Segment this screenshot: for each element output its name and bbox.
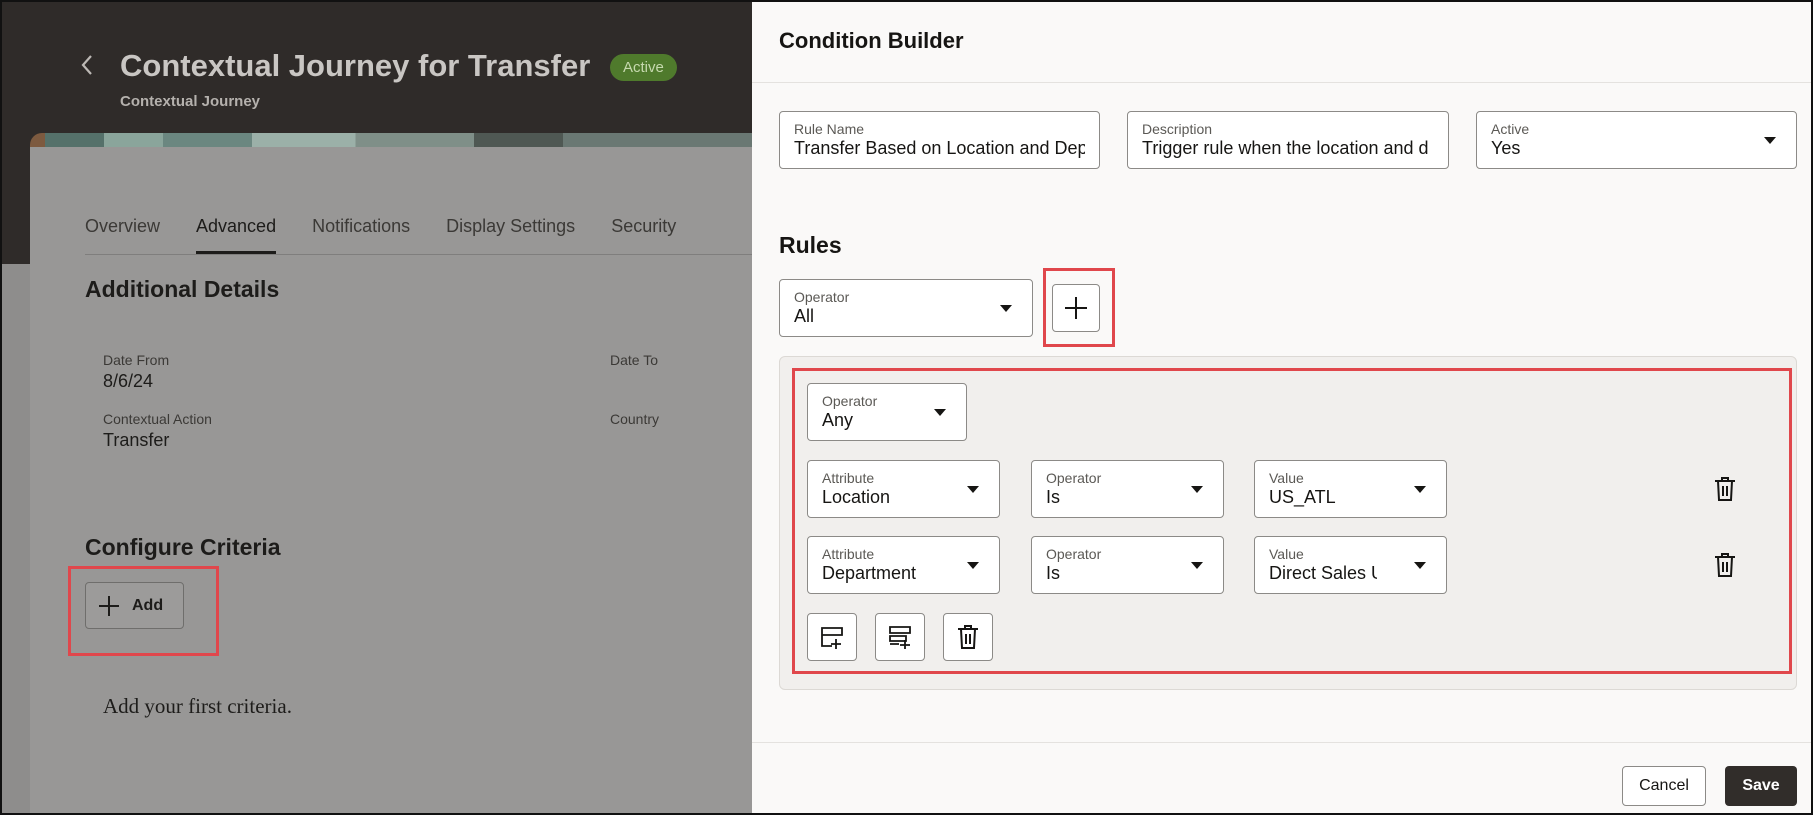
date-from-label: Date From	[103, 352, 170, 368]
tab-advanced[interactable]: Advanced	[196, 216, 277, 254]
highlight-rule-group	[792, 368, 1792, 674]
rules-operator-select[interactable]: Operator All	[779, 279, 1033, 337]
tabs-divider	[85, 254, 752, 255]
description-value: Trigger rule when the location and d	[1142, 138, 1429, 158]
rule-name-field[interactable]: Rule Name Transfer Based on Location and…	[779, 111, 1100, 169]
drawer-title: Condition Builder	[779, 28, 964, 53]
tab-display-settings[interactable]: Display Settings	[446, 216, 575, 254]
active-value: Yes	[1491, 138, 1521, 158]
tab-security[interactable]: Security	[611, 216, 676, 254]
empty-criteria-message: Add your first criteria.	[103, 694, 292, 718]
rules-operator-label: Operator	[794, 289, 850, 305]
tab-overview[interactable]: Overview	[85, 216, 160, 254]
back-arrow-icon[interactable]	[80, 52, 102, 82]
condition-builder-drawer: Condition Builder Rule Name Transfer Bas…	[752, 0, 1813, 815]
highlight-add-button	[68, 566, 219, 656]
description-label: Description	[1142, 121, 1213, 137]
active-label: Active	[1491, 121, 1530, 137]
status-badge: Active	[610, 54, 677, 81]
date-to-label: Date To	[610, 352, 658, 368]
side-strip	[2, 264, 30, 813]
contextual-action-value: Transfer	[103, 430, 170, 450]
page-subtitle: Contextual Journey	[120, 93, 261, 110]
chevron-down-icon	[1764, 137, 1776, 144]
country-label: Country	[610, 411, 660, 427]
additional-details-heading: Additional Details	[85, 276, 280, 302]
highlight-add-group-button	[1043, 268, 1115, 347]
description-field[interactable]: Description Trigger rule when the locati…	[1127, 111, 1449, 169]
tab-notifications[interactable]: Notifications	[312, 216, 410, 254]
configure-criteria-heading: Configure Criteria	[85, 534, 281, 560]
cancel-button[interactable]: Cancel	[1622, 766, 1706, 806]
chevron-down-icon	[1000, 305, 1012, 312]
tab-bar: Overview Advanced Notifications Display …	[85, 216, 712, 254]
drawer-header-divider	[752, 82, 1811, 83]
contextual-action-label: Contextual Action	[103, 411, 212, 427]
drawer-footer-divider	[752, 742, 1811, 743]
active-select[interactable]: Active Yes	[1476, 111, 1797, 169]
rules-operator-value: All	[794, 306, 815, 326]
save-button[interactable]: Save	[1725, 766, 1797, 806]
page-title: Contextual Journey for Transfer	[120, 48, 591, 83]
rules-heading: Rules	[779, 232, 842, 258]
rule-name-label: Rule Name	[794, 121, 865, 137]
date-from-value: 8/6/24	[103, 371, 154, 391]
banner-image	[30, 133, 752, 147]
rule-name-value: Transfer Based on Location and Dep	[794, 138, 1085, 158]
background-page: Contextual Journey for Transfer Active C…	[0, 0, 752, 815]
